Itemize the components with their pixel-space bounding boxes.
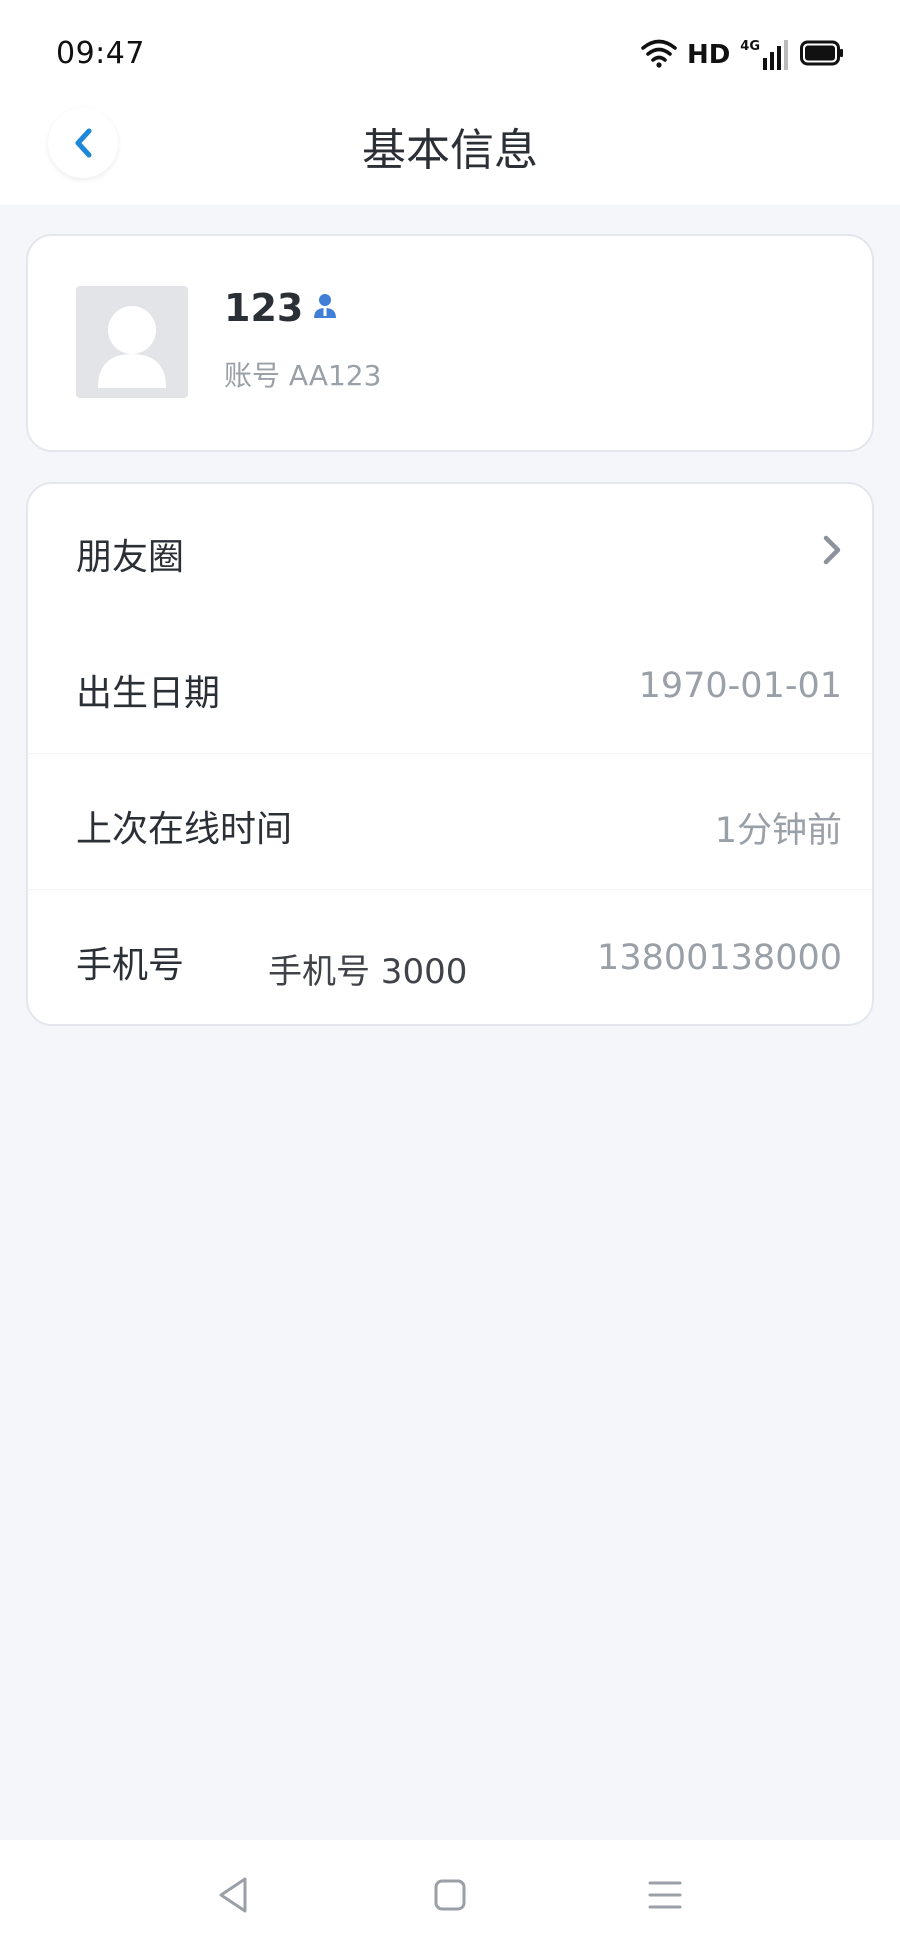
row-last-online: 上次在线时间 1分钟前 xyxy=(28,756,872,890)
chevron-right-icon xyxy=(823,535,841,565)
nav-home-button[interactable] xyxy=(425,1870,475,1920)
row-birthday: 出生日期 1970-01-01 xyxy=(28,620,872,754)
profile-name-row: 123 xyxy=(224,286,337,330)
default-avatar-icon xyxy=(98,306,166,388)
system-nav-bar xyxy=(0,1840,900,1950)
profile-name: 123 xyxy=(224,286,304,330)
info-card: 朋友圈 出生日期 1970-01-01 上次在线时间 1分钟前 手机号 手机号 … xyxy=(26,482,874,1026)
triangle-back-icon xyxy=(219,1877,247,1913)
row-label: 手机号 xyxy=(76,945,185,986)
row-friends-circle[interactable]: 朋友圈 xyxy=(28,484,872,618)
header: 基本信息 xyxy=(0,100,900,205)
status-bar: 09:47 HD 4G xyxy=(0,0,900,100)
user-badge-icon xyxy=(313,293,337,323)
row-phone: 手机号 手机号 3000 13800138000 xyxy=(28,892,872,1026)
nav-back-button[interactable] xyxy=(208,1870,258,1920)
nav-menu-button[interactable] xyxy=(640,1870,690,1920)
row-label: 出生日期 xyxy=(76,673,221,714)
square-home-icon xyxy=(434,1879,466,1911)
avatar[interactable] xyxy=(76,286,188,398)
row-label: 朋友圈 xyxy=(76,537,185,578)
profile-card: 123 账号 AA123 xyxy=(26,234,874,452)
status-icons: HD 4G xyxy=(641,38,844,72)
row-label: 上次在线时间 xyxy=(76,809,293,850)
top-area: 09:47 HD 4G 基本信息 xyxy=(0,0,900,205)
status-time: 09:47 xyxy=(56,36,145,71)
battery-icon xyxy=(800,40,844,70)
row-divider xyxy=(28,889,872,890)
last-online-value: 1分钟前 xyxy=(714,811,842,851)
hd-label: HD xyxy=(686,40,731,70)
phone-value: 13800138000 xyxy=(597,938,842,978)
menu-lines-icon xyxy=(648,1881,682,1909)
phone-overlay-text: 手机号 3000 xyxy=(268,952,468,992)
cell-type-label: 4G xyxy=(740,39,760,54)
page-title: 基本信息 xyxy=(362,125,538,176)
wifi-icon xyxy=(641,38,677,72)
cell-signal: 4G xyxy=(740,40,790,70)
profile-account: 账号 AA123 xyxy=(224,359,382,392)
row-divider xyxy=(28,753,872,754)
signal-bars-icon xyxy=(763,40,788,70)
birthday-value: 1970-01-01 xyxy=(638,666,842,706)
